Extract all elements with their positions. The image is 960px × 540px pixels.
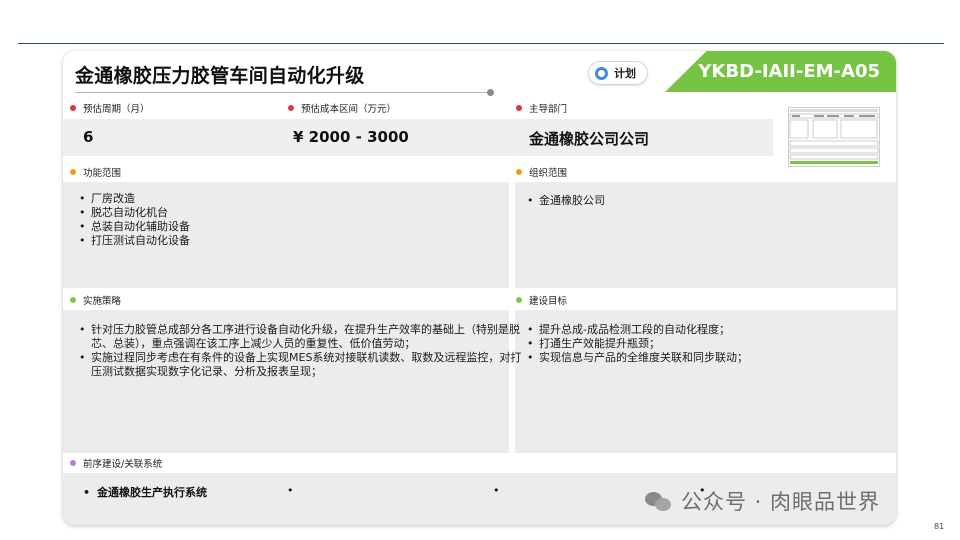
top-divider	[18, 43, 944, 44]
dept-label-row: 主导部门	[516, 101, 567, 115]
red-dot-icon	[70, 105, 76, 111]
project-code-tab: YKBD-IAII-EM-A05	[665, 51, 896, 92]
list-item: 针对压力胶管总成部分各工序进行设备自动化升级，在提升生产效率的基础上（特别是脱芯…	[77, 323, 523, 351]
list-item: 金通橡胶公司	[525, 194, 885, 208]
page-number: 81	[934, 522, 945, 531]
related-item-1: • 金通橡胶生产执行系统	[83, 486, 208, 499]
function-label-row: 功能范围	[70, 165, 121, 179]
status-label: 计划	[614, 67, 636, 80]
strategy-label-row: 实施策略	[70, 293, 121, 307]
list-item: 提升总成-成品检测工段的自动化程度；	[525, 323, 885, 337]
org-label: 组织范围	[529, 168, 568, 179]
strategy-list: 针对压力胶管总成部分各工序进行设备自动化升级，在提升生产效率的基础上（特别是脱芯…	[77, 323, 523, 379]
list-item: 实施过程同步考虑在有条件的设备上实现MES系统对接联机读数、取数及远程监控，对打…	[77, 351, 523, 379]
dept-label: 主导部门	[529, 104, 568, 115]
green-dot-icon	[70, 297, 76, 303]
function-list: 厂房改造 脱芯自动化机台 总装自动化辅助设备 打压测试自动化设备	[77, 192, 497, 248]
value-band	[63, 119, 773, 156]
list-item: 厂房改造	[77, 192, 497, 206]
cost-value: ¥ 2000 - 3000	[293, 128, 409, 146]
list-item: 脱芯自动化机台	[77, 206, 497, 220]
status-badge[interactable]: 计划	[588, 61, 648, 85]
list-item: 总装自动化辅助设备	[77, 220, 497, 234]
org-list: 金通橡胶公司	[525, 194, 885, 208]
function-label: 功能范围	[83, 168, 122, 179]
red-dot-icon	[516, 105, 522, 111]
orange-dot-icon	[516, 169, 522, 175]
layout-thumbnail-image	[789, 109, 879, 164]
watermark: 公众号 · 肉眼品世界	[645, 486, 880, 516]
cost-label-row: 预估成本区间（万元）	[288, 101, 396, 115]
duration-label: 预估周期（月）	[83, 104, 150, 115]
red-dot-icon	[288, 105, 294, 111]
purple-dot-icon	[70, 460, 76, 466]
project-code: YKBD-IAII-EM-A05	[698, 61, 880, 82]
goals-label: 建设目标	[529, 296, 568, 307]
dept-value: 金通橡胶公司公司	[529, 130, 650, 148]
cost-label: 预估成本区间（万元）	[301, 104, 397, 115]
list-item: 打压测试自动化设备	[77, 234, 497, 248]
duration-value: 6	[83, 128, 94, 146]
related-label: 前序建设/关联系统	[83, 459, 163, 470]
goals-label-row: 建设目标	[516, 293, 567, 307]
strategy-label: 实施策略	[83, 296, 122, 307]
layout-thumbnail	[788, 107, 880, 167]
green-dot-icon	[516, 297, 522, 303]
wechat-icon	[645, 490, 673, 512]
org-label-row: 组织范围	[516, 165, 567, 179]
project-card: 金通橡胶压力胶管车间自动化升级 计划 YKBD-IAII-EM-A05 预估周期…	[63, 51, 896, 525]
related-item-3: •	[493, 484, 500, 497]
related-item-2: •	[287, 484, 294, 497]
project-title: 金通橡胶压力胶管车间自动化升级	[75, 65, 365, 87]
status-circle-icon	[595, 66, 608, 80]
watermark-text: 公众号 · 肉眼品世界	[681, 490, 881, 514]
title-underline	[75, 92, 489, 93]
duration-label-row: 预估周期（月）	[70, 101, 150, 115]
title-underline-dot	[487, 89, 494, 96]
list-item: 打通生产效能提升瓶颈；	[525, 337, 885, 351]
list-item: 实现信息与产品的全维度关联和同步联动；	[525, 351, 885, 365]
orange-dot-icon	[70, 169, 76, 175]
goals-list: 提升总成-成品检测工段的自动化程度； 打通生产效能提升瓶颈； 实现信息与产品的全…	[525, 323, 885, 365]
related-item-1-text: 金通橡胶生产执行系统	[97, 486, 208, 499]
related-label-row: 前序建设/关联系统	[70, 456, 162, 470]
